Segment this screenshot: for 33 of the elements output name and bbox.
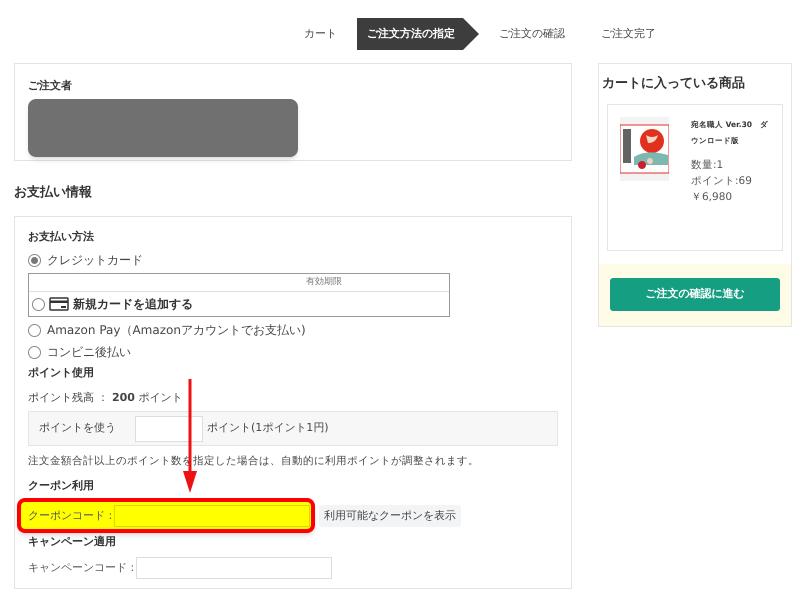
radio-label: クレジットカード <box>47 252 143 269</box>
column-header: 有効期限 <box>306 276 342 289</box>
section-heading: お支払い情報 <box>14 184 93 202</box>
unit-label: ポイント(1ポイント1円) <box>207 420 329 436</box>
section-title: ご注文者 <box>28 78 73 94</box>
field-label: ポイントを使う <box>39 420 117 436</box>
radio-label: Amazon Pay（Amazonアカウントでお支払い) <box>47 322 306 339</box>
checkout-step: ご注文完了 <box>585 18 672 50</box>
checkout-step: ご注文方法の指定 <box>357 18 479 50</box>
price-text: ￥6,980 <box>691 190 734 204</box>
coupon-input[interactable] <box>114 504 310 527</box>
section-title: お支払い方法 <box>28 228 95 244</box>
quantity-text: 数量:1 <box>691 158 724 172</box>
show-coupons-button[interactable]: 利用可能なクーポンを表示 <box>319 504 461 527</box>
radio-label: コンビニ後払い <box>47 344 131 361</box>
radio-button[interactable] <box>32 298 45 310</box>
section-title: ポイント使用 <box>28 365 95 381</box>
checkout-step: カート <box>288 18 353 50</box>
section-title: クーポン利用 <box>28 478 95 494</box>
radio-button[interactable] <box>28 254 41 266</box>
section-title: キャンペーン適用 <box>28 534 117 550</box>
points-text: ポイント:69 <box>691 174 753 188</box>
points-input[interactable] <box>135 416 203 442</box>
point-balance: ポイント残高 ： 200 ポイント <box>28 390 184 406</box>
checkout-step: ご注文の確認 <box>483 18 581 50</box>
radio-button[interactable] <box>28 346 41 358</box>
campaign-input[interactable] <box>136 556 332 579</box>
radio-label: 新規カードを追加する <box>73 296 193 313</box>
field-label: クーポンコード : <box>28 508 112 524</box>
field-label: キャンペーンコード : <box>28 560 134 576</box>
radio-button[interactable] <box>28 324 41 336</box>
cart-title: カートに入っている商品 <box>602 74 745 93</box>
credit-card-icon <box>49 297 69 311</box>
